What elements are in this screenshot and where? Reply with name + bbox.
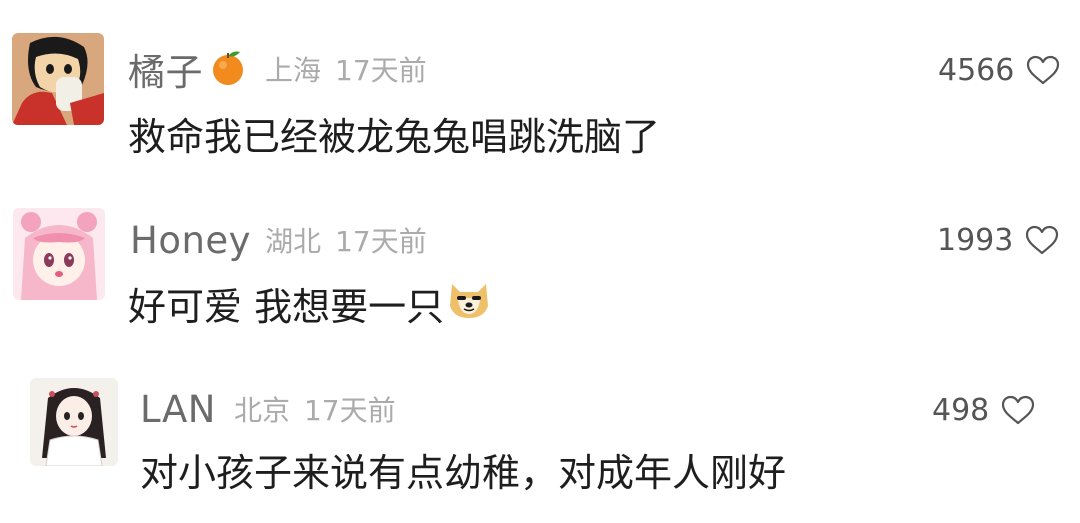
- avatar[interactable]: [12, 33, 104, 125]
- comment-item: Honey 湖北 17天前 好可爱 我想要一只 1993: [0, 175, 1080, 350]
- like-count: 498: [932, 392, 990, 428]
- comment-meta: 北京 17天前: [234, 389, 396, 429]
- avatar-image: [12, 33, 104, 125]
- location: 上海: [265, 54, 322, 87]
- heart-icon[interactable]: [1001, 395, 1035, 425]
- comment-meta: 湖北 17天前: [265, 220, 427, 260]
- avatar-image: [13, 208, 105, 300]
- comment-text: 救命我已经被龙兔兔唱跳洗脑了: [128, 114, 661, 159]
- comment-item: LAN 北京 17天前 对小孩子来说有点幼稚，对成年人刚好 498: [0, 350, 1080, 523]
- avatar[interactable]: [13, 208, 105, 300]
- comment-meta: 上海 17天前: [265, 49, 427, 89]
- doge-emoji-icon: [446, 276, 492, 331]
- avatar[interactable]: [30, 378, 118, 466]
- timestamp: 17天前: [335, 54, 427, 87]
- timestamp: 17天前: [303, 394, 396, 427]
- like-count: 1993: [937, 222, 1014, 258]
- username[interactable]: Honey: [130, 219, 251, 262]
- timestamp: 17天前: [335, 225, 427, 258]
- like-count: 4566: [938, 52, 1015, 88]
- comment-text: 好可爱 我想要一只: [128, 284, 445, 329]
- heart-icon[interactable]: [1025, 225, 1059, 255]
- username[interactable]: LAN: [140, 388, 216, 431]
- username[interactable]: 橘子: [128, 42, 203, 96]
- heart-icon[interactable]: [1026, 55, 1060, 85]
- orange-emoji-icon: [209, 48, 247, 90]
- comment-item: 橘子 上海 17天前 救命我已经被龙兔兔唱跳洗脑了 4566: [0, 0, 1080, 175]
- avatar-image: [30, 378, 118, 466]
- location: 湖北: [265, 225, 322, 258]
- location: 北京: [233, 394, 290, 427]
- comment-text: 对小孩子来说有点幼稚，对成年人刚好: [140, 450, 787, 495]
